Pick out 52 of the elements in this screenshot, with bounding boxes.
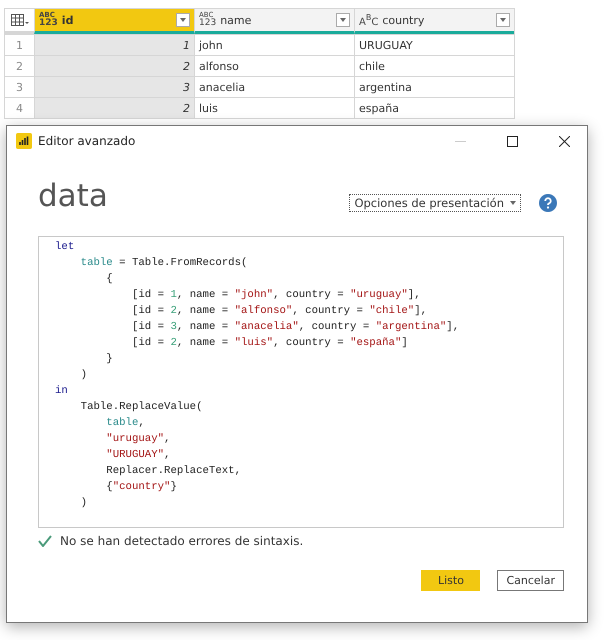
table-cell: anacelia: [194, 76, 354, 97]
code-line: Table.ReplaceValue(: [80, 400, 204, 415]
window-title: Editor avanzado: [38, 134, 136, 148]
filter-dropdown-button[interactable]: [336, 13, 350, 27]
filter-dropdown-button[interactable]: [496, 13, 510, 27]
table-cell: URUGUAY: [354, 34, 514, 55]
table-cell: 3: [34, 76, 194, 97]
code-line: }: [105, 352, 114, 367]
caret-icon: [510, 201, 516, 205]
bar-chart-icon: [16, 133, 32, 149]
code-line: [id = 1, name = "john", country = "uruguay"],: [130, 288, 422, 303]
code-line: Replacer.ReplaceText,: [105, 464, 242, 479]
table-cell: chile: [354, 55, 514, 76]
help-icon[interactable]: [539, 194, 557, 212]
cancel-button[interactable]: Cancelar: [497, 570, 564, 591]
code-line: in: [55, 384, 69, 399]
code-line: let: [55, 240, 76, 255]
code-line: [id = 2, name = "luis", country = "españa"]: [130, 336, 409, 351]
code-line: [id = 3, name = "anacelia", country = "argentina"],: [130, 320, 460, 335]
done-button[interactable]: Listo: [421, 570, 480, 591]
minimize-icon: [454, 140, 466, 142]
caret-icon: [180, 18, 186, 22]
code-line: {"country"}: [105, 480, 178, 495]
display-options-dropdown[interactable]: Opciones de presentación: [349, 194, 521, 212]
table-cell: 1: [34, 34, 194, 55]
column-label: id: [62, 14, 74, 26]
column-label: country: [382, 14, 426, 26]
close-icon: [558, 136, 570, 146]
code-line: "uruguay",: [105, 432, 172, 447]
code-editor[interactable]: [38, 236, 564, 528]
syntax-status-text: No se han detectado errores de sintaxis.: [60, 534, 304, 548]
table-cell: 2: [34, 97, 194, 118]
code-line: "URUGUAY",: [105, 448, 172, 463]
table-cell: argentina: [354, 76, 514, 97]
maximize-icon: [506, 136, 518, 146]
table-cell: españa: [354, 97, 514, 118]
table-icon: [10, 14, 28, 26]
code-line: [id = 2, name = "alfonso", country = "chile"],: [130, 304, 428, 319]
code-line: table = Table.FromRecords(: [80, 256, 248, 271]
caret-icon: [340, 18, 346, 22]
table-cell: luis: [194, 97, 354, 118]
code-line: ): [80, 496, 88, 511]
table-cell: alfonso: [194, 55, 354, 76]
table-cell: john: [194, 34, 354, 55]
code-line: ): [80, 368, 88, 383]
column-label: name: [220, 14, 252, 26]
caret-icon: [500, 18, 506, 22]
filter-dropdown-button[interactable]: [176, 13, 190, 27]
code-line: {: [105, 272, 114, 287]
code-line: table,: [105, 416, 146, 431]
table-cell: 2: [34, 55, 194, 76]
query-name: data: [38, 178, 109, 214]
